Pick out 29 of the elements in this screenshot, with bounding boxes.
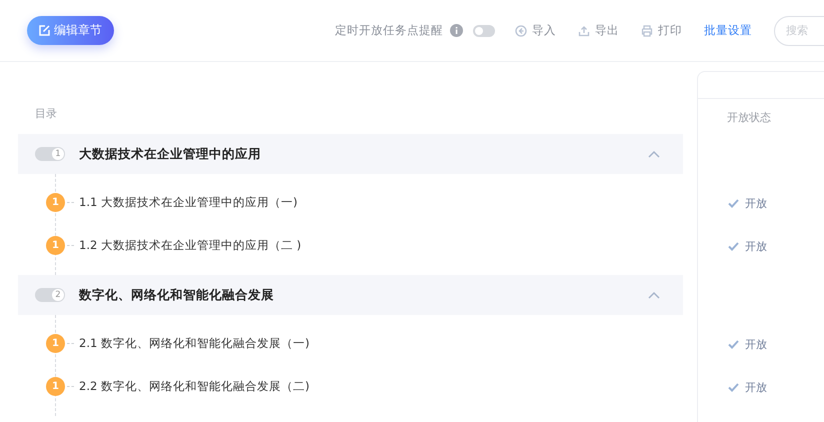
chapter-title: 数字化、网络化和智能化融合发展 <box>79 286 274 304</box>
section-badge: 1 <box>46 193 65 212</box>
status-text: 开放 <box>745 380 767 395</box>
reminder-toggle[interactable] <box>473 24 495 36</box>
edit-chapter-button[interactable]: 编辑章节 <box>27 16 114 45</box>
batch-settings-link[interactable]: 批量设置 <box>704 23 752 38</box>
column-header: 开放状态 <box>727 110 771 124</box>
section-badge: 1 <box>46 377 65 396</box>
chapter-title: 大数据技术在企业管理中的应用 <box>79 146 261 162</box>
search-field[interactable]: 搜索 <box>774 16 824 46</box>
status-text: 开放 <box>745 239 767 254</box>
info-icon <box>450 24 463 37</box>
import-button[interactable]: 导入 <box>515 23 556 38</box>
section-badge: 1 <box>46 236 65 255</box>
upload-icon <box>578 24 590 36</box>
check-icon <box>728 383 739 392</box>
status-text: 开放 <box>745 196 767 211</box>
print-button[interactable]: 打印 <box>641 23 682 38</box>
section-badge: 1 <box>46 334 65 353</box>
export-button[interactable]: 导出 <box>578 23 619 38</box>
status-text: 开放 <box>745 337 767 352</box>
import-icon <box>515 24 527 36</box>
check-icon <box>728 242 739 251</box>
reminder-label: 定时开放任务点提醒 <box>335 23 443 38</box>
printer-icon <box>641 24 653 36</box>
check-icon <box>728 199 739 208</box>
check-icon <box>728 340 739 349</box>
edit-icon <box>39 25 50 36</box>
catalog-label: 目录 <box>34 106 58 122</box>
